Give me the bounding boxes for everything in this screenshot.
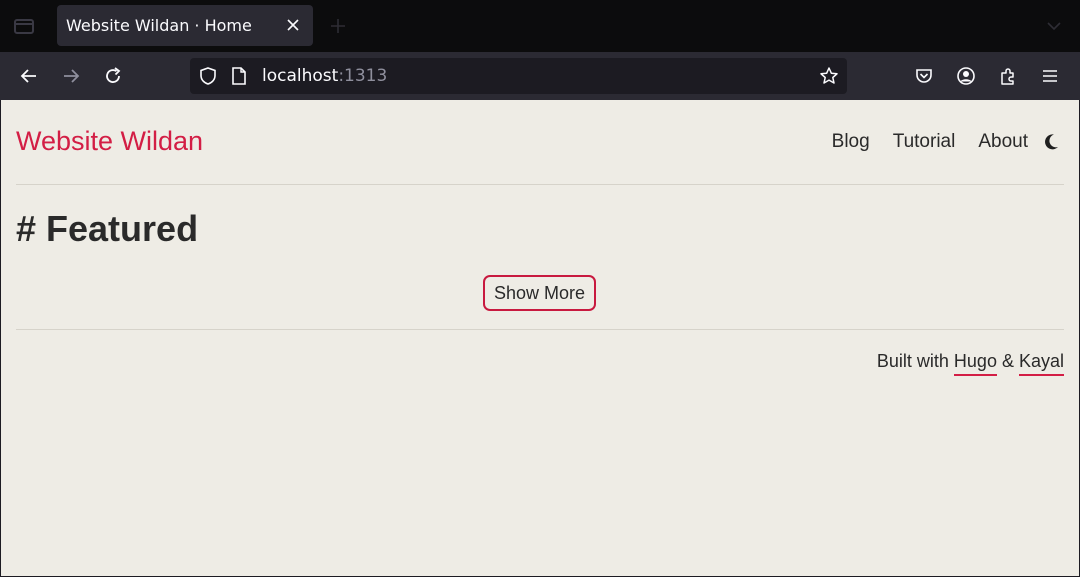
footer-divider — [16, 329, 1064, 330]
url-host: localhost — [262, 66, 339, 86]
footer-separator: & — [996, 351, 1019, 371]
header-divider — [16, 184, 1064, 185]
chevron-down-icon[interactable] — [1046, 18, 1062, 34]
tab-strip: Website Wildan · Home — [0, 0, 1080, 52]
menu-link-tutorial[interactable]: Tutorial — [893, 131, 956, 153]
moon-icon[interactable] — [1043, 133, 1059, 151]
url-text[interactable]: localhost:1313 — [262, 66, 387, 86]
footer-credits: Built with Hugo & Kayal — [876, 351, 1064, 376]
menu-icon[interactable] — [1038, 64, 1062, 88]
shield-icon[interactable] — [198, 66, 218, 90]
reload-icon[interactable] — [101, 64, 125, 88]
menu-link-about[interactable]: About — [978, 131, 1028, 153]
bookmark-star-icon[interactable] — [819, 66, 839, 90]
close-icon[interactable] — [285, 17, 301, 33]
page-icon[interactable] — [231, 66, 247, 90]
active-tab[interactable]: Website Wildan · Home — [57, 5, 313, 46]
footer-prefix: Built with — [876, 351, 954, 371]
main-menu: Blog Tutorial About — [809, 131, 1059, 153]
forward-icon[interactable] — [59, 64, 83, 88]
firefox-view-icon[interactable] — [13, 16, 35, 36]
account-icon[interactable] — [954, 64, 978, 88]
url-port: :1313 — [338, 66, 388, 86]
hugo-link[interactable]: Hugo — [953, 351, 997, 376]
kayal-link[interactable]: Kayal — [1018, 351, 1064, 376]
navigation-toolbar: localhost:1313 — [0, 52, 1080, 100]
site-title-link[interactable]: Website Wildan — [16, 126, 203, 157]
show-more-button[interactable]: Show More — [483, 275, 597, 311]
web-page: Website Wildan Blog Tutorial About # Fea… — [1, 100, 1079, 576]
tab-title: Website Wildan · Home — [66, 16, 252, 35]
url-bar[interactable]: localhost:1313 — [190, 58, 847, 94]
back-icon[interactable] — [17, 64, 41, 88]
new-tab-icon[interactable] — [329, 17, 347, 35]
pocket-icon[interactable] — [912, 64, 936, 88]
extensions-icon[interactable] — [996, 64, 1020, 88]
page-heading: # Featured — [16, 208, 199, 249]
menu-link-blog[interactable]: Blog — [832, 131, 870, 153]
